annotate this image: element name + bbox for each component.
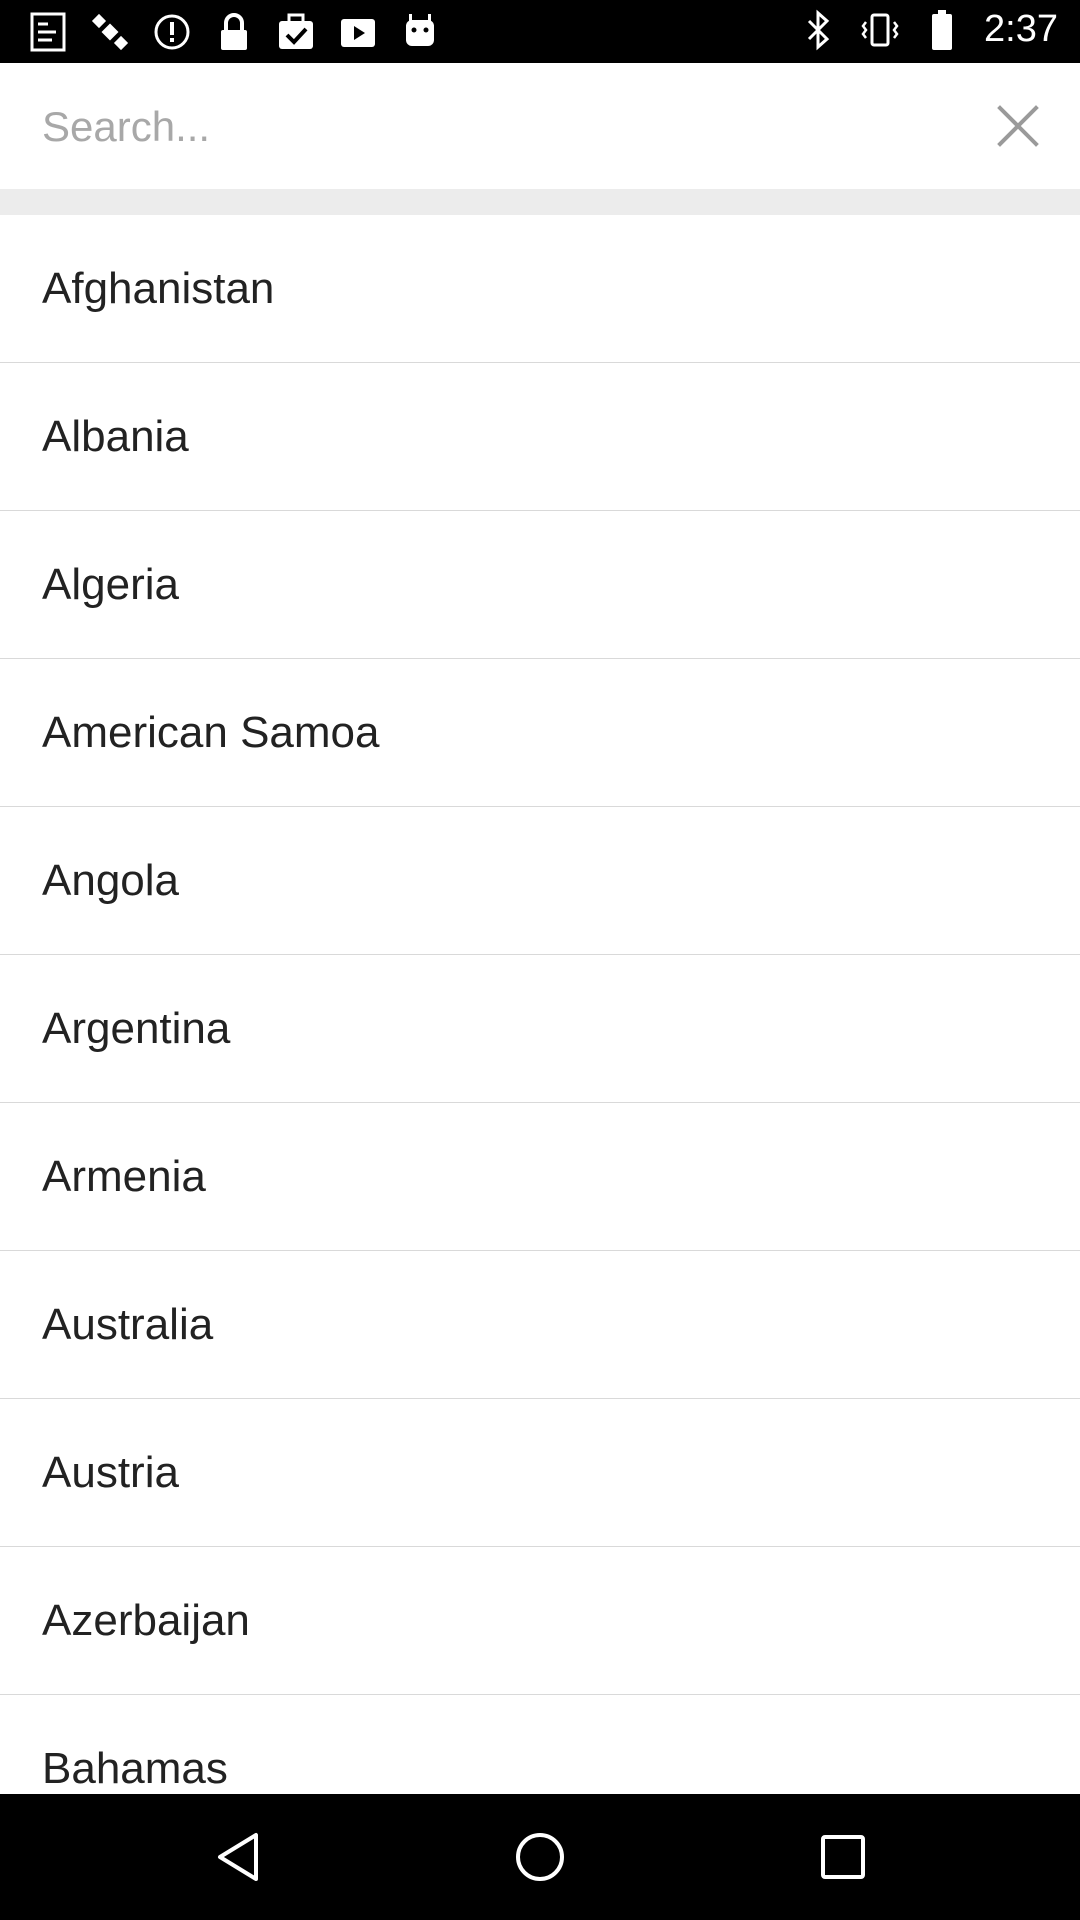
home-icon (516, 1833, 564, 1881)
status-bar: 2:37 (0, 0, 1080, 63)
recents-button[interactable] (813, 1827, 873, 1887)
alert-icon (152, 12, 192, 52)
bluetooth-icon (798, 9, 838, 50)
back-icon (218, 1833, 258, 1881)
vibrate-icon (860, 10, 900, 50)
list-item[interactable]: Albania (0, 363, 1080, 511)
fake-gps-icon (28, 12, 68, 52)
list-item[interactable]: Azerbaijan (0, 1547, 1080, 1695)
battery-icon (922, 9, 962, 50)
home-button[interactable] (510, 1827, 570, 1887)
lock-icon (214, 12, 254, 52)
navigation-bar (0, 1794, 1080, 1920)
search-input[interactable] (40, 87, 944, 167)
close-icon (997, 105, 1039, 147)
back-button[interactable] (210, 1827, 270, 1887)
satellite-icon (90, 12, 130, 52)
close-button[interactable] (986, 94, 1050, 158)
country-list[interactable]: Afghanistan Albania Algeria American Sam… (0, 215, 1080, 1794)
list-item[interactable]: Bahamas (0, 1695, 1080, 1794)
android-icon (400, 12, 440, 52)
list-item[interactable]: Argentina (0, 955, 1080, 1103)
list-item[interactable]: American Samoa (0, 659, 1080, 807)
list-item[interactable]: Angola (0, 807, 1080, 955)
status-time: 2:37 (984, 8, 1058, 50)
video-icon (338, 12, 378, 52)
list-item[interactable]: Afghanistan (0, 215, 1080, 363)
list-item[interactable]: Austria (0, 1399, 1080, 1547)
task-icon (276, 12, 316, 52)
list-item[interactable]: Algeria (0, 511, 1080, 659)
status-right-icons: 2:37 (798, 8, 1058, 51)
list-item[interactable]: Armenia (0, 1103, 1080, 1251)
status-left-icons (28, 12, 440, 52)
search-bar (0, 63, 1080, 189)
search-divider (0, 189, 1080, 215)
recents-icon (821, 1835, 865, 1879)
list-item[interactable]: Australia (0, 1251, 1080, 1399)
